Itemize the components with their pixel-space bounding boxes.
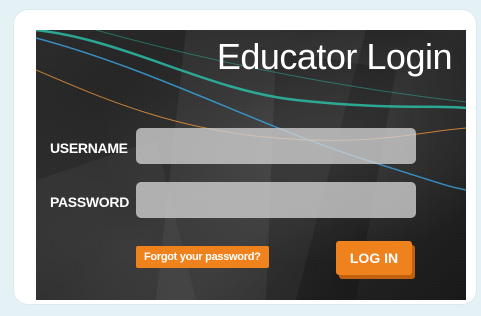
username-label: USERNAME xyxy=(50,140,128,156)
page-title: Educator Login xyxy=(216,36,453,77)
login-button-wrapper: LOG IN xyxy=(336,241,415,279)
username-input[interactable] xyxy=(136,128,416,164)
password-input[interactable] xyxy=(136,182,416,218)
login-button[interactable]: LOG IN xyxy=(336,241,412,275)
password-label: PASSWORD xyxy=(50,194,130,210)
forgot-password-button[interactable]: Forgot your password? xyxy=(136,246,269,268)
login-panel: Educator Login USERNAME PASSWORD Forgot … xyxy=(36,30,466,300)
